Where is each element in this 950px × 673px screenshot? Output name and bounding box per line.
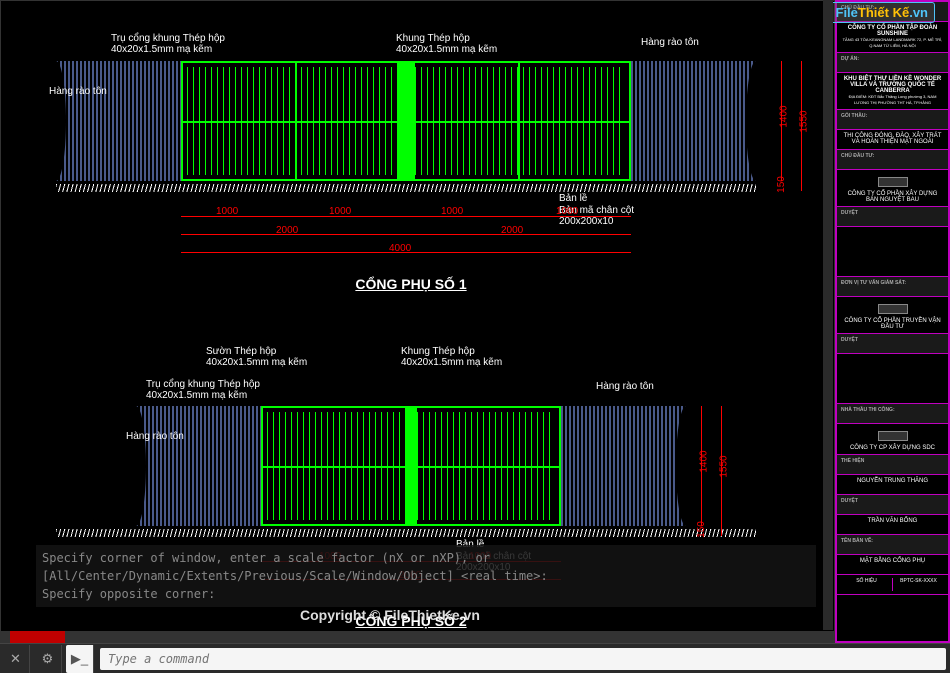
titleblock: CHỦ ĐẦU TƯ: CÔNG TY CỔ PHẦN TẬP ĐOÀN SUN… <box>835 0 950 643</box>
tb-du-an-h: DỰ ÁN: <box>837 53 948 73</box>
label-tru-cong-2: Trụ cổng khung Thép hộp40x20x1.5mm mạ kẽ… <box>146 379 260 401</box>
label-khung-thep-2: Khung Thép hộp40x20x1.5mm mạ kẽm <box>401 346 502 368</box>
tb-duyet1-h: DUYỆT <box>837 207 948 227</box>
tb-duyet2-h: DUYỆT <box>837 334 948 354</box>
tb-nha-thau-h: NHÀ THẦU THI CÔNG: <box>837 404 948 424</box>
dim-1000-1c: 1000 <box>441 206 463 217</box>
drawing-canvas[interactable]: Trụ cổng khung Thép hộp40x20x1.5mm mạ kẽ… <box>1 1 834 639</box>
drawing-title-1: CỔNG PHỤ SỐ 1 <box>341 276 481 292</box>
dim-1400-1: 1400 <box>779 105 790 127</box>
dim-1000-1d: 1000 <box>556 206 578 217</box>
dim-2000-1a: 2000 <box>276 225 298 236</box>
watermark-logo: FileThiết Kế.vn <box>829 2 936 23</box>
tb-dv-tvgs-h: ĐƠN VỊ TƯ VẤN GIÁM SÁT: <box>837 277 948 297</box>
tb-ten-bv: MẶT BẰNG CỔNG PHỤ <box>837 555 948 575</box>
scrollbar-thumb[interactable] <box>10 631 65 643</box>
fence-left-2 <box>136 406 261 526</box>
label-suon-thep-2: Sườn Thép hộp40x20x1.5mm mạ kẽm <box>206 346 307 368</box>
dim-1550-1: 1550 <box>799 110 810 132</box>
tb-company: CÔNG TY CỔ PHẦN TẬP ĐOÀN SUNSHINE TẦNG 4… <box>837 22 948 53</box>
label-tru-cong-1: Trụ cổng khung Thép hộp40x20x1.5mm mạ kẽ… <box>111 33 225 55</box>
ground-hatch-1 <box>56 184 756 192</box>
tb-goi-thau: THI CÔNG ĐÓNG, ĐÀO, XÂY TRÁT VÀ HOÀN THI… <box>837 130 948 150</box>
label-hang-rao-left-1: Hàng rào tôn <box>49 86 107 97</box>
tb-duyet1 <box>837 227 948 277</box>
dim-2000-1b: 2000 <box>501 225 523 236</box>
scrollbar-horizontal[interactable] <box>0 631 835 643</box>
copyright-text: Copyright © FileThietKe.vn <box>300 607 480 623</box>
command-history: Specify corner of window, enter a scale … <box>36 545 816 607</box>
label-ban-le-1: Bản lề <box>559 193 587 204</box>
customize-icon[interactable]: ⚙ <box>34 645 62 673</box>
tb-nha-thau: CÔNG TY CP XÂY DỰNG SDC <box>837 424 948 455</box>
tb-du-an: KHU BIỆT THỰ LIỀN KỀ WONDER VILLA VÀ TRƯ… <box>837 73 948 110</box>
tb-ten-bv-h: TÊN BẢN VẼ: <box>837 535 948 555</box>
tb-chu-dau-tu2-h: CHỦ ĐẦU TƯ: <box>837 150 948 170</box>
tb-dv-tvgs: CÔNG TY CỔ PHẦN TRUYỀN VẬN ĐẦU TƯ <box>837 297 948 334</box>
gate-1 <box>181 61 631 181</box>
tb-duyet2 <box>837 354 948 404</box>
command-bar: ✕ ⚙ ▶_ <box>0 643 950 673</box>
logo-box-1 <box>878 177 908 187</box>
scrollbar-vertical[interactable] <box>823 0 833 630</box>
tb-goi-thau-h: GÓI THẦU: <box>837 110 948 130</box>
logo-box-2 <box>878 304 908 314</box>
tb-the-hien-h: THỂ HIỆN <box>837 455 948 475</box>
fence-left-1 <box>56 61 181 181</box>
tb-duyet3: TRẦN VĂN BỔNG <box>837 515 948 535</box>
command-prompt-icon: ▶_ <box>66 645 94 673</box>
dim-150-1: 150 <box>776 176 787 193</box>
ground-hatch-2 <box>56 529 756 537</box>
dim-150-2: 150 <box>696 521 707 538</box>
command-input[interactable] <box>100 648 946 670</box>
logo-box-3 <box>878 431 908 441</box>
dim-1400-2: 1400 <box>699 450 710 472</box>
label-hang-rao-right-2: Hàng rào tôn <box>596 381 654 392</box>
gate-2 <box>261 406 561 526</box>
tb-bv-no: SỐ HIỆU BPTC-SK-XXXX <box>837 575 948 595</box>
dim-1000-1a: 1000 <box>216 206 238 217</box>
label-khung-thep-1: Khung Thép hộp40x20x1.5mm mạ kẽm <box>396 33 497 55</box>
tb-duyet3-h: DUYỆT <box>837 495 948 515</box>
cad-viewport[interactable]: Trụ cổng khung Thép hộp40x20x1.5mm mạ kẽ… <box>0 0 835 640</box>
label-hang-rao-right-1: Hàng rào tôn <box>641 37 699 48</box>
tb-chu-dau-tu2: CÔNG TY CỔ PHẦN XÂY DỰNG BÁN NGUYỆT BAU <box>837 170 948 207</box>
fence-right-2 <box>561 406 686 526</box>
dim-1550-2: 1550 <box>719 455 730 477</box>
close-command-icon[interactable]: ✕ <box>2 645 30 673</box>
dim-1000-1b: 1000 <box>329 206 351 217</box>
tb-the-hien: NGUYỄN TRUNG THĂNG <box>837 475 948 495</box>
label-hang-rao-left-2: Hàng rào tôn <box>126 431 184 442</box>
fence-right-1 <box>631 61 756 181</box>
dim-4000-1: 4000 <box>389 243 411 254</box>
